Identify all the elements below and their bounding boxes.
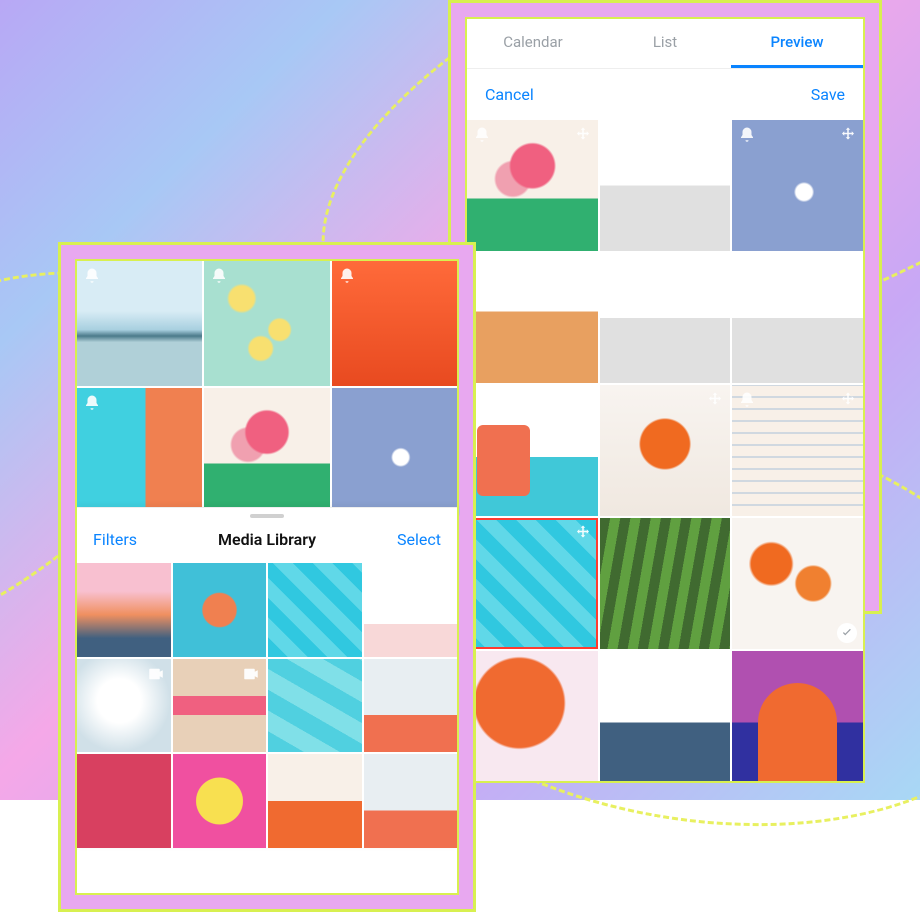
feed-grid (77, 261, 457, 514)
thumbnail-image (600, 651, 731, 782)
preview-cell-spacer[interactable] (600, 253, 731, 384)
bell-icon (338, 267, 356, 285)
sheet-title: Media Library (218, 530, 316, 549)
feed-cell-lemons-water[interactable] (204, 261, 329, 386)
move-icon (706, 391, 724, 409)
media-cell-beach-sunset[interactable] (77, 563, 171, 657)
bell-icon (473, 126, 491, 144)
thumbnail-image (467, 651, 598, 782)
bell-icon (738, 126, 756, 144)
preview-cell-orange-balloon[interactable] (467, 651, 598, 782)
thumbnail-image (732, 651, 863, 782)
move-icon (839, 126, 857, 144)
media-cell-couple-art[interactable] (173, 659, 267, 753)
media-library-sheet: Filters Media Library Select (77, 507, 457, 848)
feed-cell-orange-room[interactable] (332, 261, 457, 386)
move-icon (574, 391, 592, 409)
thumbnail-image (173, 563, 267, 657)
thumbnail-image (204, 388, 329, 513)
media-cell-rose-wine[interactable] (364, 563, 458, 657)
thumbnail-image (77, 563, 171, 657)
media-library-grid (77, 563, 457, 848)
feed-cell-flowers-vase[interactable] (204, 388, 329, 513)
media-cell-red-poster[interactable] (77, 754, 171, 848)
feed-cell-sailboat-sunset[interactable] (77, 261, 202, 386)
thumbnail-image (600, 518, 731, 649)
tab-preview[interactable]: Preview (731, 19, 863, 68)
view-tabs: Calendar List Preview (467, 19, 863, 69)
preview-cell-purple-arch[interactable] (732, 651, 863, 782)
bell-icon (83, 267, 101, 285)
video-icon (147, 665, 165, 683)
media-cell-orange-armchair[interactable] (268, 754, 362, 848)
move-icon (839, 391, 857, 409)
thumbnail-image (364, 659, 458, 753)
filters-button[interactable]: Filters (93, 530, 137, 549)
video-icon (242, 665, 260, 683)
move-icon (574, 524, 592, 542)
preview-cell-paint-palette[interactable] (732, 385, 863, 516)
thumbnail-image (173, 754, 267, 848)
sheet-drag-handle[interactable] (250, 514, 284, 518)
media-cell-pool-swimmer[interactable] (268, 563, 362, 657)
media-cell-pool-steps[interactable] (268, 659, 362, 753)
preview-cell-pool-swimmer[interactable] (467, 518, 598, 649)
select-button[interactable]: Select (397, 530, 441, 549)
thumbnail-image (600, 253, 731, 384)
preview-cell-flowers-vase[interactable] (467, 120, 598, 251)
tab-calendar[interactable]: Calendar (467, 19, 599, 68)
thumbnail-image (268, 754, 362, 848)
media-cell-studio-chair[interactable] (364, 754, 458, 848)
media-cell-smiley-tee[interactable] (173, 754, 267, 848)
feed-cell-pool-cocktail[interactable] (77, 388, 202, 513)
check-icon (837, 623, 857, 643)
preview-cell-empty-slot[interactable] (600, 120, 731, 251)
preview-cell-palm-leaf[interactable] (600, 518, 731, 649)
thumbnail-image (732, 253, 863, 384)
preview-action-bar: Cancel Save (467, 69, 863, 120)
media-cell-beach-flatlay[interactable] (173, 563, 267, 657)
preview-cell-spritz-glass[interactable] (600, 385, 731, 516)
cancel-button[interactable]: Cancel (485, 85, 534, 104)
feed-cell-denim-daisies[interactable] (332, 388, 457, 513)
media-cell-latte-bowl[interactable] (77, 659, 171, 753)
move-icon (574, 259, 592, 277)
move-icon (574, 126, 592, 144)
thumbnail-image (268, 563, 362, 657)
preview-cell-spacer2[interactable] (732, 253, 863, 384)
save-button[interactable]: Save (811, 85, 845, 104)
preview-cell-aperol-drinks[interactable] (732, 518, 863, 649)
library-phone-frame: Filters Media Library Select (58, 242, 476, 912)
thumbnail-image (268, 659, 362, 753)
thumbnail-image (364, 754, 458, 848)
preview-cell-dining-room[interactable] (467, 253, 598, 384)
thumbnail-image (77, 754, 171, 848)
bell-icon (83, 394, 101, 412)
bell-icon (738, 391, 756, 409)
bell-icon (210, 267, 228, 285)
preview-grid (467, 120, 863, 781)
thumbnail-image (364, 563, 458, 657)
preview-cell-pool-chair[interactable] (467, 385, 598, 516)
media-cell-orange-chairs[interactable] (364, 659, 458, 753)
preview-cell-person-walking[interactable] (600, 651, 731, 782)
thumbnail-image (332, 388, 457, 513)
preview-cell-denim-pocket[interactable] (732, 120, 863, 251)
thumbnail-image (600, 120, 731, 251)
preview-phone-frame: Calendar List Preview Cancel Save (448, 0, 882, 614)
tab-list[interactable]: List (599, 19, 731, 68)
